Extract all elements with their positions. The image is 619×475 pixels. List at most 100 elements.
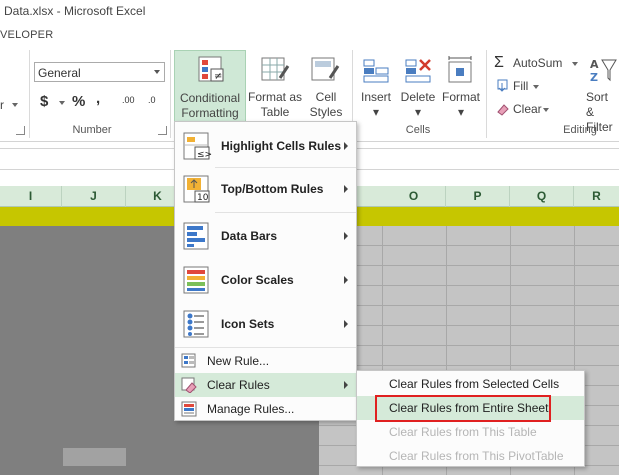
cells-group-label: Cells [405, 124, 431, 136]
submenu-item-clear-entire-sheet[interactable]: Clear Rules from Entire Sheet [357, 396, 584, 420]
format-as-table-icon [261, 57, 290, 81]
active-cell[interactable] [63, 448, 126, 466]
svg-text:Z: Z [590, 71, 598, 84]
column-header[interactable]: P [446, 186, 510, 207]
conditional-formatting-icon: ≠ [198, 56, 224, 82]
menu-item-label: Icon Sets [221, 317, 275, 331]
submenu-item-clear-this-pivottable[interactable]: Clear Rules from This PivotTable [357, 444, 584, 468]
number-group-label: Number [72, 124, 112, 136]
sort-filter-icon: A Z [590, 58, 617, 84]
menu-item-label: Top/Bottom Rules [221, 182, 324, 196]
chevron-right-icon [344, 232, 348, 240]
clear-eraser-icon [497, 104, 509, 116]
alignment-fragment: r [0, 98, 4, 112]
submenu-item-clear-this-table[interactable]: Clear Rules from This Table [357, 420, 584, 444]
fill-icon [497, 79, 508, 92]
svg-text:≤>: ≤> [197, 150, 212, 160]
menu-item-label: New Rule... [207, 354, 270, 368]
cell-styles-line1: Cell [315, 90, 337, 104]
manage-rules-icon [181, 401, 197, 417]
data-bars-icon [183, 222, 209, 250]
chevron-right-icon [344, 185, 348, 193]
icon-sets-icon [183, 310, 209, 338]
sort-filter-button[interactable]: A Z Sort & Filter [582, 50, 619, 134]
menu-item-manage-rules[interactable]: Manage Rules... [175, 397, 356, 421]
conditional-formatting-line2: Formatting [181, 106, 239, 120]
conditional-formatting-button[interactable]: ≠ Conditional Formatting [174, 50, 246, 122]
currency-button[interactable]: $ [40, 93, 48, 110]
conditional-formatting-line1: Conditional [179, 91, 241, 105]
chevron-down-icon[interactable] [59, 101, 65, 105]
top-bottom-icon: 10 [183, 175, 210, 203]
column-header[interactable]: R [574, 186, 619, 207]
highlight-cells-icon: ≤> [183, 132, 212, 160]
chevron-down-icon[interactable] [533, 85, 539, 89]
column-header[interactable]: I [0, 186, 62, 207]
group-separator [170, 50, 171, 138]
menu-item-clear-rules[interactable]: Clear Rules [175, 373, 356, 397]
conditional-formatting-menu: ≤> Highlight Cells Rules 10 Top/Bottom R… [174, 121, 357, 421]
autosum-icon: Σ [494, 54, 504, 71]
chevron-right-icon [344, 276, 348, 284]
menu-separator [175, 347, 356, 348]
percent-button[interactable]: % [72, 93, 85, 110]
title-bar: Data.xlsx - Microsoft Excel [0, 0, 619, 22]
menu-item-label: Clear Rules [207, 378, 270, 392]
delete-button[interactable]: Delete ▾ [398, 50, 438, 122]
delete-cells-icon [405, 59, 431, 83]
autosum-button[interactable]: AutoSum [513, 54, 562, 72]
column-header[interactable]: J [62, 186, 126, 207]
alignment-launcher-icon[interactable] [16, 126, 25, 135]
number-launcher-icon[interactable] [158, 126, 167, 135]
svg-text:10: 10 [197, 193, 209, 203]
menu-item-highlight-cells-rules[interactable]: ≤> Highlight Cells Rules [175, 127, 356, 165]
format-as-table-line2: Table [260, 105, 290, 119]
menu-item-icon-sets[interactable]: Icon Sets [175, 304, 356, 344]
decrease-decimal-button[interactable]: .0 [148, 95, 156, 105]
chevron-down-icon[interactable] [543, 108, 549, 112]
menu-item-top-bottom-rules[interactable]: 10 Top/Bottom Rules [175, 170, 356, 208]
fill-button[interactable]: Fill [513, 77, 528, 95]
chevron-right-icon [344, 320, 348, 328]
chevron-right-icon [344, 142, 348, 150]
format-button[interactable]: Format ▾ [440, 50, 482, 122]
chevron-down-icon[interactable] [572, 62, 578, 66]
chevron-down-icon[interactable] [12, 103, 18, 107]
menu-item-data-bars[interactable]: Data Bars [175, 216, 356, 256]
cell-styles-icon [311, 57, 340, 81]
window-title: Data.xlsx - Microsoft Excel [4, 4, 146, 18]
comma-button[interactable]: , [96, 90, 100, 107]
menu-item-new-rule[interactable]: New Rule... [175, 349, 356, 373]
menu-separator [215, 167, 356, 168]
column-header[interactable]: O [382, 186, 446, 207]
format-cells-icon [448, 56, 472, 83]
clear-button[interactable]: Clear [513, 100, 542, 118]
increase-decimal-button[interactable]: .00 [122, 95, 135, 105]
insert-cells-icon [363, 59, 389, 83]
number-format-combo[interactable]: General [34, 62, 165, 82]
number-format-value: General [38, 66, 81, 80]
new-rule-icon [181, 353, 196, 368]
insert-label: Insert [360, 90, 391, 104]
svg-text:≠: ≠ [214, 71, 222, 82]
format-label: Format [441, 90, 480, 104]
group-separator [29, 50, 30, 138]
menu-item-label: Manage Rules... [207, 402, 295, 416]
submenu-item-clear-selected-cells[interactable]: Clear Rules from Selected Cells [357, 372, 584, 396]
cell-styles-line2: Styles [309, 105, 343, 119]
color-scales-icon [183, 266, 209, 294]
svg-text:A: A [590, 58, 599, 71]
editing-group-label: Editing [563, 124, 597, 136]
column-header[interactable]: Q [510, 186, 574, 207]
group-separator [486, 50, 487, 138]
menu-item-color-scales[interactable]: Color Scales [175, 260, 356, 300]
clear-rules-submenu: Clear Rules from Selected Cells Clear Ru… [356, 370, 585, 467]
menu-item-label: Highlight Cells Rules [221, 139, 342, 153]
chevron-down-icon[interactable] [154, 70, 160, 74]
cell-styles-button[interactable]: Cell Styles [304, 50, 348, 122]
format-as-table-line1: Format as [247, 90, 302, 104]
format-as-table-button[interactable]: Format as Table [246, 50, 304, 122]
insert-button[interactable]: Insert ▾ [356, 50, 396, 122]
tab-developer[interactable]: VELOPER [0, 29, 53, 41]
menu-item-label: Color Scales [221, 273, 294, 287]
